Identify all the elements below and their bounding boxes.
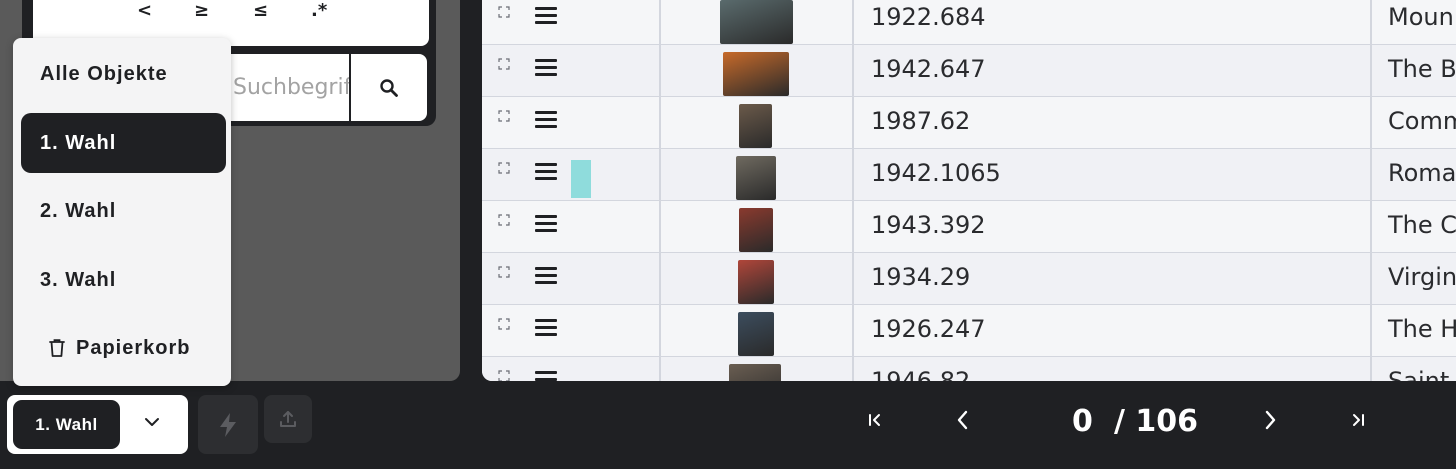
artwork-thumbnail[interactable] [723,52,789,96]
menu-item-label: Papierkorb [76,336,191,359]
search-button[interactable] [351,54,427,121]
menu-item-third-choice[interactable]: 3. Wahl [21,250,226,310]
accession-number: 1943.392 [871,211,986,239]
highlight-marker [571,160,591,198]
selection-pill: 1. Wahl [13,400,120,449]
menu-item-first-choice[interactable]: 1. Wahl [21,113,226,173]
operator-less-equal[interactable]: ≤ [253,0,268,21]
table-row[interactable]: 1946.82 Saint [482,357,1456,381]
quick-action-button[interactable] [198,395,258,454]
table-row[interactable]: 1987.62 Comm [482,97,1456,149]
drag-handle-icon[interactable] [535,371,557,381]
artwork-title: Virgin [1388,263,1456,291]
menu-item-trash[interactable]: Papierkorb [21,318,226,378]
artwork-title: Roma [1388,159,1456,187]
drag-handle-icon[interactable] [535,215,557,233]
artwork-thumbnail[interactable] [739,208,773,252]
menu-item-label: Alle Objekte [40,62,168,85]
artwork-thumbnail[interactable] [736,156,776,200]
expand-icon[interactable] [498,370,510,381]
artwork-thumbnail[interactable] [738,260,774,304]
table-row[interactable]: 1926.247 The H [482,305,1456,357]
drag-handle-icon[interactable] [535,111,557,129]
selection-dropdown[interactable]: 1. Wahl [7,395,188,454]
artwork-thumbnail[interactable] [720,0,793,44]
expand-icon[interactable] [498,58,510,70]
accession-number: 1942.647 [871,55,986,83]
artwork-title: The C [1388,211,1456,239]
upload-icon [280,411,296,427]
operator-regex[interactable]: .* [311,0,327,21]
operator-greater-equal[interactable]: ≥ [194,0,209,21]
artwork-title: Moun [1388,3,1454,31]
artwork-title: Saint [1388,367,1450,381]
artwork-thumbnail[interactable] [739,104,772,148]
column-divider [852,0,854,381]
menu-item-label: 3. Wahl [40,268,117,291]
artwork-thumbnail[interactable] [738,312,774,356]
table-row[interactable]: 1934.29 Virgin [482,253,1456,305]
trash-icon [48,338,66,358]
menu-item-label: 1. Wahl [40,131,117,154]
expand-icon[interactable] [498,110,510,122]
table-row[interactable]: 1942.647 The B [482,45,1456,97]
column-divider [659,0,661,381]
page-current: 0 [1072,404,1093,439]
last-page-icon [1353,414,1364,426]
chevron-down-icon [145,418,159,426]
accession-number: 1946.82 [871,367,971,381]
prev-page-icon [957,410,968,430]
operator-less-than[interactable]: < [137,0,152,21]
accession-number: 1934.29 [871,263,971,291]
lightning-icon [220,412,236,437]
expand-icon[interactable] [498,162,510,174]
menu-item-second-choice[interactable]: 2. Wahl [21,181,226,241]
accession-number: 1926.247 [871,315,986,343]
artwork-thumbnail[interactable] [729,364,781,381]
accession-number: 1987.62 [871,107,971,135]
drag-handle-icon[interactable] [535,319,557,337]
menu-item-label: 2. Wahl [40,199,117,222]
drag-handle-icon[interactable] [535,59,557,77]
next-page-icon [1265,410,1276,430]
next-page-button[interactable] [1255,405,1285,435]
drag-handle-icon[interactable] [535,267,557,285]
object-table: 1922.684 Moun 1942.647 The B 1987.62 Comm 1942… [482,0,1456,381]
expand-icon[interactable] [498,6,510,18]
page-total: / 106 [1114,404,1199,439]
expand-icon[interactable] [498,318,510,330]
first-page-button[interactable] [860,405,890,435]
artwork-title: The H [1388,315,1456,343]
table-row[interactable]: 1942.1065 Roma [482,149,1456,201]
accession-number: 1942.1065 [871,159,1001,187]
export-button[interactable] [264,395,312,443]
table-row[interactable]: 1943.392 The C [482,201,1456,253]
expand-icon[interactable] [498,214,510,226]
prev-page-button[interactable] [948,405,978,435]
table-row[interactable]: 1922.684 Moun [482,0,1456,45]
search-icon [380,78,398,97]
expand-icon[interactable] [498,266,510,278]
last-page-button[interactable] [1343,405,1373,435]
drag-handle-icon[interactable] [535,163,557,181]
artwork-title: The B [1388,55,1456,83]
drag-handle-icon[interactable] [535,7,557,25]
accession-number: 1922.684 [871,3,986,31]
column-divider [1370,0,1372,381]
menu-item-all-objects[interactable]: Alle Objekte [21,44,226,104]
artwork-title: Comm [1388,107,1456,135]
selection-menu: Alle Objekte 1. Wahl 2. Wahl 3. Wahl Pap… [13,38,231,386]
first-page-icon [869,414,880,426]
